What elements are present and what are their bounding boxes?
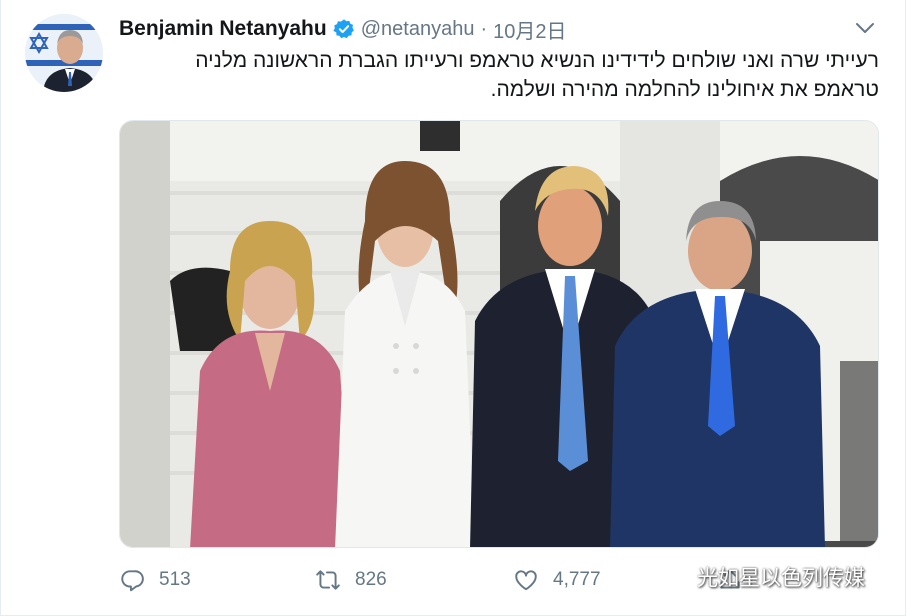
author-handle[interactable]: @netanyahu (361, 18, 475, 41)
retweet-icon (316, 570, 340, 590)
tweet-date[interactable]: 10月2日 (493, 15, 566, 44)
like-button[interactable]: 4,777 (513, 567, 601, 593)
wechat-icon (658, 565, 690, 588)
reply-icon (121, 570, 144, 592)
retweet-count: 826 (355, 569, 387, 590)
verified-badge-icon (333, 18, 355, 40)
watermark: 光如星以色列传媒 (657, 562, 865, 592)
like-count: 4,777 (553, 569, 601, 590)
author-name[interactable]: Benjamin Netanyahu (119, 17, 327, 41)
watermark-text: 光如星以色列传媒 (697, 567, 865, 590)
tweet-header: Benjamin Netanyahu @netanyahu · 10月2日 (119, 14, 567, 44)
separator-dot: · (480, 17, 488, 40)
avatar-image (25, 14, 103, 92)
reply-count: 513 (159, 569, 191, 590)
chevron-down-icon[interactable] (853, 16, 877, 40)
tweet-text: רעייתי שרה ואני שולחים לידידינו הנשיא טר… (119, 46, 879, 104)
retweet-button[interactable]: 826 (315, 567, 387, 593)
tweet-photo[interactable] (119, 120, 879, 548)
photo-image (120, 121, 878, 547)
heart-icon (515, 570, 537, 591)
tweet-text-line-2: טראמפ את איחולינו להחלמה מהירה ושלמה. (490, 78, 879, 101)
reply-button[interactable]: 513 (119, 567, 191, 593)
avatar[interactable] (25, 14, 103, 92)
tweet-card[interactable]: Benjamin Netanyahu @netanyahu · 10月2日 רע… (0, 0, 906, 616)
tweet-text-line-1: רעייתי שרה ואני שולחים לידידינו הנשיא טר… (195, 49, 879, 72)
